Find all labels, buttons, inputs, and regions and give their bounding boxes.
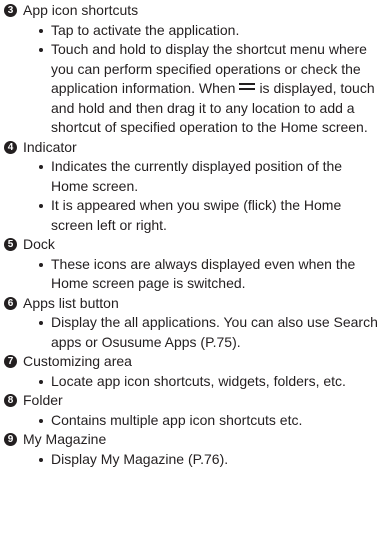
- list-item: It is appeared when you swipe (flick) th…: [39, 196, 380, 235]
- section-heading: 3 App icon shortcuts: [4, 1, 380, 21]
- bullet-icon: [39, 165, 43, 169]
- circled-number-badge: 4: [4, 140, 17, 154]
- bullet-icon: [39, 262, 43, 267]
- bullet-list: Display My Magazine (P.76).: [4, 450, 380, 470]
- drag-handle-icon: [239, 82, 256, 91]
- section-my-magazine: 9 My Magazine Display My Magazine (P.76)…: [4, 430, 380, 469]
- bullet-icon: [39, 204, 43, 208]
- circled-number-badge: 8: [4, 394, 17, 407]
- list-item: Contains multiple app icon shortcuts etc…: [39, 411, 380, 431]
- bullet-icon: [39, 379, 43, 384]
- list-item: Display the all applications. You can al…: [39, 313, 380, 352]
- section-title: Apps list button: [23, 294, 119, 311]
- bullet-icon: [39, 457, 43, 462]
- bullet-list: Display the all applications. You can al…: [4, 313, 380, 352]
- section-heading: 8 Folder: [4, 391, 380, 411]
- section-title: Customizing area: [23, 353, 132, 369]
- section-dock: 5 Dock These icons are always displayed …: [4, 235, 380, 294]
- circled-number-badge: 5: [4, 238, 17, 251]
- bullet-icon: [39, 418, 43, 423]
- list-item: Locate app icon shortcuts, widgets, fold…: [39, 372, 380, 392]
- section-heading: 9 My Magazine: [4, 430, 380, 450]
- bullet-list: Locate app icon shortcuts, widgets, fold…: [4, 372, 380, 392]
- section-heading: 4 Indicator: [4, 138, 380, 158]
- section-indicator: 4 Indicator Indicates the currently disp…: [4, 138, 380, 236]
- bullet-list: These icons are always displayed even wh…: [4, 255, 380, 294]
- bullet-list: Tap to activate the application. Touch a…: [4, 21, 380, 138]
- list-item: Indicates the currently displayed positi…: [39, 157, 380, 196]
- section-apps-list-button: 6 Apps list button Display the all appli…: [4, 294, 380, 353]
- bullet-list: Contains multiple app icon shortcuts etc…: [4, 411, 380, 431]
- list-item: Touch and hold to display the shortcut m…: [39, 40, 380, 138]
- section-title: Folder: [23, 392, 63, 408]
- list-item: Display My Magazine (P.76).: [39, 450, 380, 470]
- list-item: These icons are always displayed even wh…: [39, 255, 380, 294]
- bullet-icon: [39, 321, 43, 325]
- bullet-list: Indicates the currently displayed positi…: [4, 157, 380, 235]
- section-title: App icon shortcuts: [23, 2, 139, 18]
- section-customizing-area: 7 Customizing area Locate app icon short…: [4, 352, 380, 391]
- bullet-icon: [39, 28, 43, 33]
- bullet-icon: [39, 48, 43, 52]
- section-heading: 5 Dock: [4, 235, 380, 255]
- section-title: My Magazine: [23, 431, 107, 447]
- circled-number-badge: 3: [4, 4, 17, 17]
- section-heading: 6 Apps list button: [4, 294, 380, 314]
- circled-number-badge: 6: [4, 296, 17, 310]
- section-title: Indicator: [23, 138, 77, 155]
- section-app-icon-shortcuts: 3 App icon shortcuts Tap to activate the…: [4, 1, 380, 138]
- circled-number-badge: 7: [4, 355, 17, 368]
- manual-section: 3 App icon shortcuts Tap to activate the…: [4, 1, 380, 469]
- list-item: Tap to activate the application.: [39, 21, 380, 41]
- section-folder: 8 Folder Contains multiple app icon shor…: [4, 391, 380, 430]
- section-heading: 7 Customizing area: [4, 352, 380, 372]
- section-title: Dock: [23, 236, 55, 252]
- circled-number-badge: 9: [4, 433, 17, 446]
